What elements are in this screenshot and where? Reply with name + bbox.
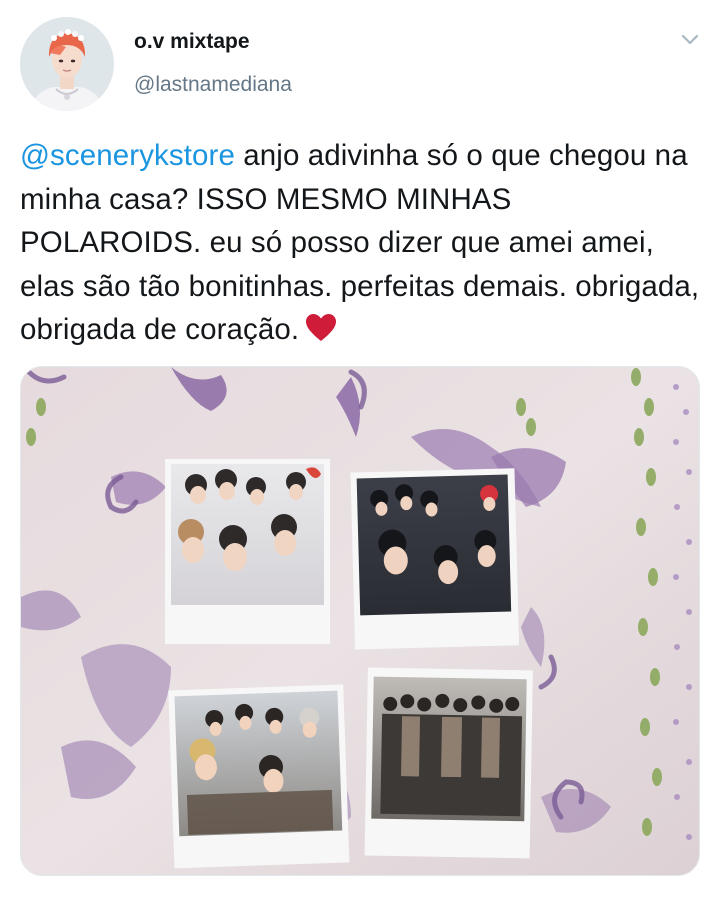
polaroid-3 [168, 684, 350, 869]
tweet-card: o.v mixtape @lastnamediana @scenerykstor… [0, 0, 720, 898]
avatar[interactable] [20, 17, 114, 111]
display-name[interactable]: o.v mixtape [134, 30, 250, 54]
polaroid-1 [165, 459, 330, 644]
avatar-image [20, 17, 114, 111]
polaroids-photo [21, 367, 699, 875]
mention-link[interactable]: @scenerykstore [20, 139, 235, 172]
tweet-photo[interactable] [20, 366, 700, 876]
red-heart-icon [305, 312, 337, 356]
user-handle[interactable]: @lastnamediana [134, 73, 292, 97]
polaroid-4 [364, 667, 533, 859]
chevron-down-icon[interactable] [680, 32, 700, 46]
polaroid-2 [350, 468, 520, 650]
tweet-text: @scenerykstore anjo adivinha só o que ch… [20, 134, 700, 356]
